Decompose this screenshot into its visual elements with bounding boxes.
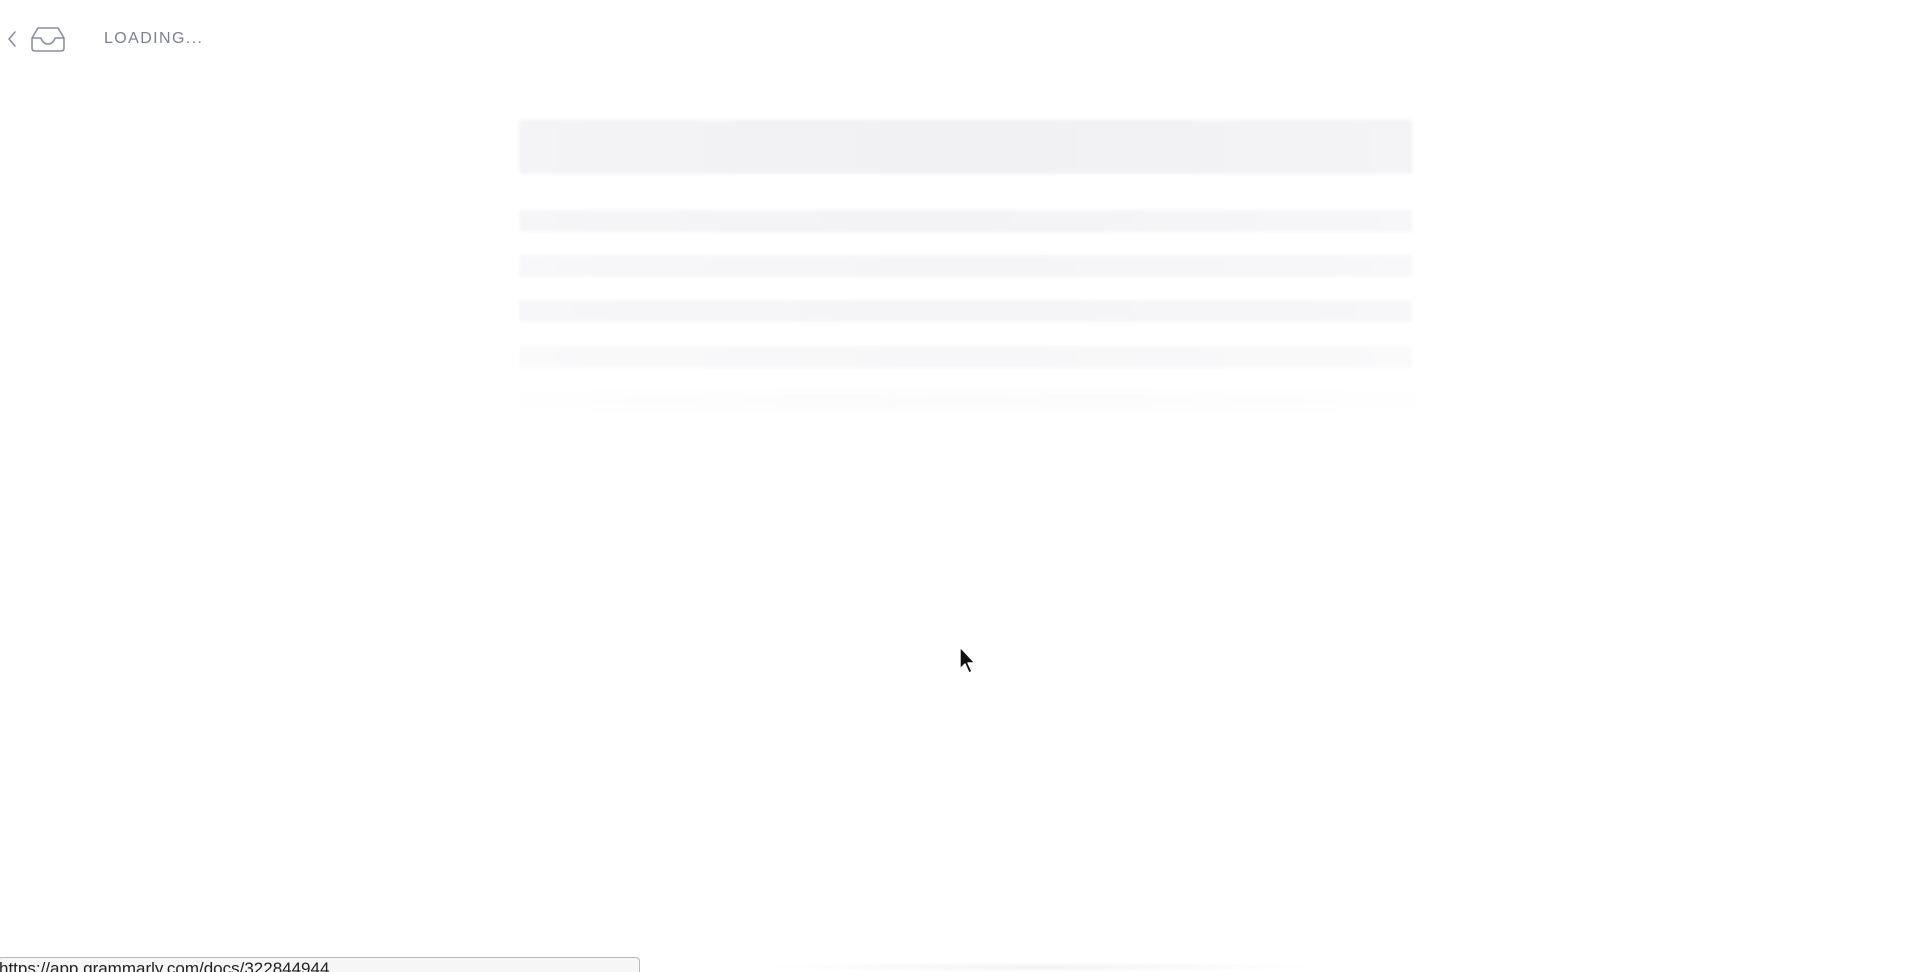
- skeleton-line: [519, 255, 1412, 277]
- skeleton-line: [519, 300, 1412, 322]
- skeleton-line: [519, 210, 1412, 232]
- mouse-cursor-icon: [959, 646, 976, 674]
- chevron-left-icon: [8, 31, 16, 47]
- inbox-button[interactable]: [30, 24, 66, 54]
- inbox-tray-icon: [31, 27, 65, 52]
- app-window: LOADING... https://app.grammarly.com/doc…: [0, 0, 1920, 972]
- document-title: LOADING...: [104, 30, 204, 47]
- document-loading-skeleton: [519, 120, 1412, 420]
- status-bar-url: https://app.grammarly.com/docs/322844944: [0, 957, 640, 972]
- bottom-toolbar-shadow: [760, 962, 1320, 972]
- top-bar: LOADING...: [0, 0, 1920, 76]
- back-button[interactable]: [4, 28, 20, 50]
- skeleton-line: [519, 392, 1412, 410]
- skeleton-line: [519, 346, 1412, 368]
- skeleton-title-placeholder: [519, 120, 1412, 174]
